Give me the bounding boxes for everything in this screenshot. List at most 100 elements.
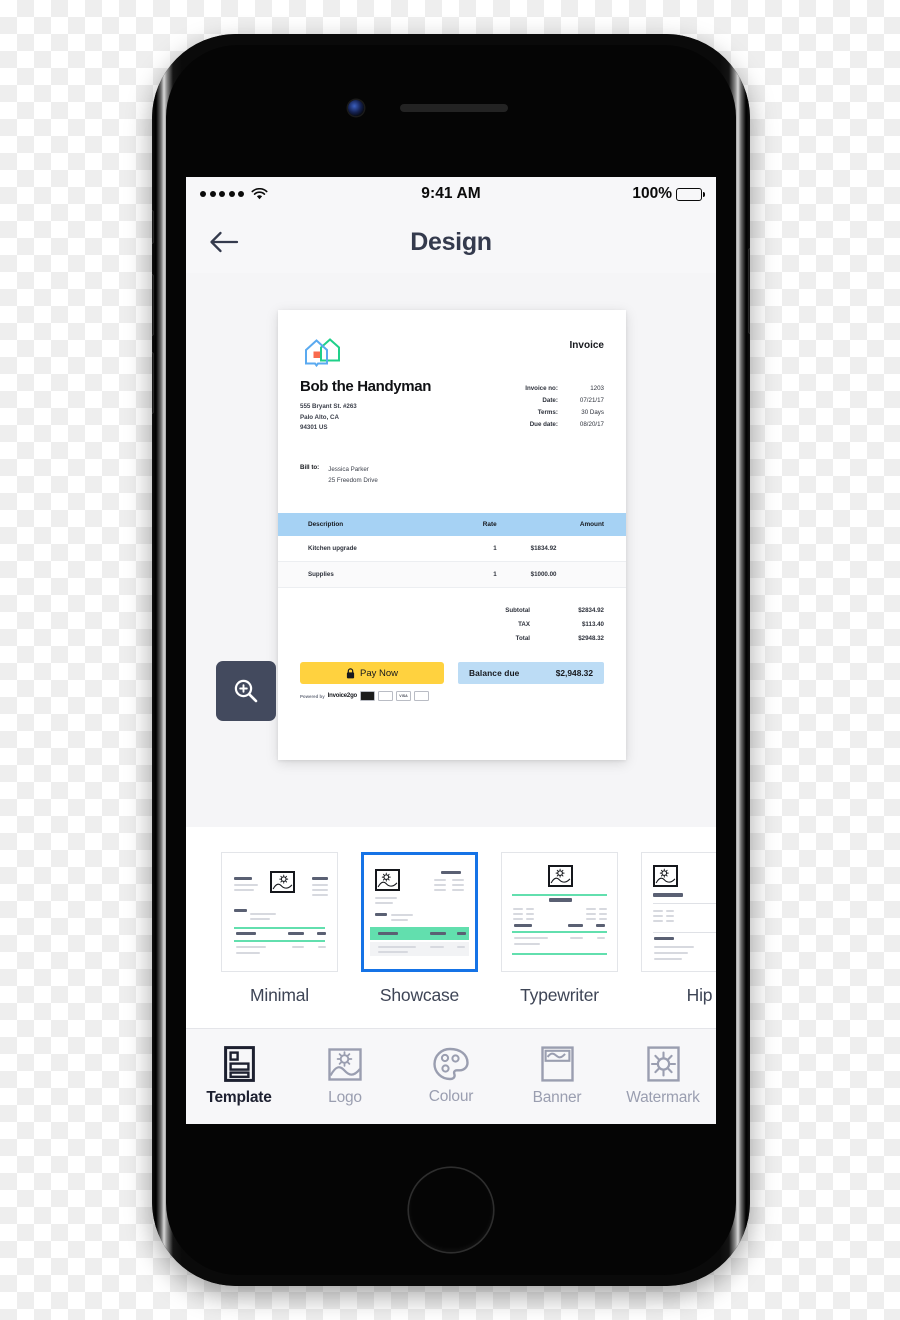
tab-label: Template <box>206 1089 272 1106</box>
magnifier-plus-icon <box>234 679 258 703</box>
column-header-description: Description <box>278 512 436 536</box>
line-items-table: Description Rate Amount Kitchen upgrade … <box>278 512 626 588</box>
powered-by-text: Powered by <box>300 693 325 699</box>
balance-due-box: Balance due $2,948.32 <box>458 662 604 685</box>
tab-watermark[interactable]: Watermark <box>610 1046 716 1107</box>
totals-key: Total <box>515 634 530 642</box>
discover-card-icon <box>414 691 429 701</box>
amex-card-icon <box>360 691 375 701</box>
column-header-amount: Amount <box>530 512 626 536</box>
template-option-typewriter[interactable]: Typewriter <box>501 852 618 1006</box>
silent-switch[interactable] <box>152 210 154 244</box>
cell-description: Kitchen upgrade <box>278 535 436 562</box>
totals-key: Subtotal <box>505 607 530 615</box>
volume-down-button[interactable] <box>152 352 154 414</box>
battery-full-icon <box>676 187 705 201</box>
lock-icon <box>346 668 355 679</box>
table-row: Supplies 1 $1000.00 <box>278 561 626 588</box>
template-option-hip[interactable]: Hip <box>641 852 716 1006</box>
template-label: Typewriter <box>520 985 599 1005</box>
invoice-meta-table: Invoice no: 1203 Date: 07/21/17 Terms: 3… <box>525 382 604 431</box>
template-label: Hip <box>686 985 713 1005</box>
balance-due-amount: $2,948.32 <box>555 668 593 679</box>
template-option-showcase[interactable]: Showcase <box>361 852 478 1006</box>
powered-by-row: Powered by Invoice2go VISA <box>278 691 626 701</box>
template-option-minimal[interactable]: Minimal <box>221 852 338 1006</box>
home-button[interactable] <box>409 1168 493 1252</box>
totals-row: Total $2948.32 <box>505 631 604 645</box>
templates-strip[interactable]: Minimal Showcase Typewriter Hip <box>186 827 716 1006</box>
palette-icon <box>433 1047 469 1081</box>
meta-value: 30 Days <box>581 408 604 416</box>
volume-up-button[interactable] <box>152 274 154 336</box>
meta-row: Invoice no: 1203 <box>525 382 604 394</box>
status-battery-group: 100% <box>632 185 705 203</box>
totals-row: Subtotal $2834.92 <box>505 604 604 618</box>
template-document-icon <box>223 1046 255 1082</box>
phone-device: 9:41 AM 100% Design Invoice Bob the Hand… <box>152 34 750 1286</box>
table-header-row: Description Rate Amount <box>278 512 626 536</box>
totals-block: Subtotal $2834.92 TAX $113.40 Total $294… <box>278 604 626 645</box>
invoice-preview-card[interactable]: Invoice Bob the Handyman 555 Bryant St. … <box>278 310 626 760</box>
bill-to-block: Bill to: Jessica Parker 25 Freedom Drive <box>278 434 626 487</box>
tab-label: Colour <box>428 1088 474 1105</box>
meta-key: Date: <box>542 396 558 404</box>
totals-value: $113.40 <box>581 621 604 629</box>
template-thumbnail[interactable] <box>641 852 716 972</box>
house-logo-icon <box>305 338 340 368</box>
tab-colour[interactable]: Colour <box>398 1047 504 1106</box>
templates-section: Minimal Showcase Typewriter Hip <box>186 827 716 1057</box>
bill-to-label: Bill to: <box>300 463 320 471</box>
table-row: Kitchen upgrade 1 $1834.92 <box>278 535 626 562</box>
arrow-left-icon <box>210 231 239 253</box>
invoice-preview-area: Invoice Bob the Handyman 555 Bryant St. … <box>186 273 716 827</box>
meta-row: Date: 07/21/17 <box>525 394 604 406</box>
bill-to-line: Jessica Parker <box>328 465 369 473</box>
visa-card-icon: VISA <box>396 691 411 701</box>
mastercard-card-icon <box>378 691 393 701</box>
bill-to-line: 25 Freedom Drive <box>328 477 378 485</box>
image-placeholder-icon <box>375 869 400 891</box>
totals-row: TAX $113.40 <box>505 618 604 632</box>
pay-now-label: Pay Now <box>359 667 398 679</box>
meta-value: 07/21/17 <box>579 396 604 404</box>
meta-key: Terms: <box>537 408 558 416</box>
meta-row: Terms: 30 Days <box>525 406 604 418</box>
front-camera-icon <box>348 100 364 116</box>
status-bar: 9:41 AM 100% <box>186 177 716 211</box>
template-label: Showcase <box>379 985 460 1005</box>
invoice-heading: Invoice <box>569 340 604 351</box>
navigation-bar: Design <box>186 211 716 273</box>
banner-icon <box>540 1046 574 1082</box>
back-button[interactable] <box>204 222 244 262</box>
pay-now-button[interactable]: Pay Now <box>300 662 444 685</box>
meta-key: Due date: <box>529 421 558 429</box>
meta-key: Invoice no: <box>525 384 558 392</box>
invoice-header: Invoice Bob the Handyman 555 Bryant St. … <box>278 310 626 434</box>
page-title: Design <box>410 227 492 256</box>
image-placeholder-icon <box>548 865 573 887</box>
bill-to-lines: Jessica Parker 25 Freedom Drive <box>328 464 378 487</box>
totals-value: $2948.32 <box>578 634 604 642</box>
sun-watermark-icon <box>646 1046 680 1082</box>
battery-percent: 100% <box>632 185 672 202</box>
power-button[interactable] <box>748 248 750 334</box>
cell-amount: $1000.00 <box>530 561 626 588</box>
template-thumbnail[interactable] <box>221 852 338 972</box>
cell-amount: $1834.92 <box>530 535 626 562</box>
tab-logo[interactable]: Logo <box>292 1047 398 1107</box>
tab-template[interactable]: Template <box>186 1046 292 1107</box>
tab-label: Watermark <box>626 1089 700 1106</box>
cell-rate: 1 <box>435 535 531 562</box>
template-thumbnail[interactable] <box>501 852 618 972</box>
tab-banner[interactable]: Banner <box>504 1046 610 1107</box>
zoom-preview-button[interactable] <box>216 661 276 721</box>
tab-label: Banner <box>532 1089 582 1106</box>
cell-rate: 1 <box>435 561 531 588</box>
template-thumbnail[interactable] <box>361 852 478 972</box>
image-picture-icon <box>328 1047 362 1081</box>
earpiece-speaker <box>400 104 508 112</box>
template-label: Minimal <box>250 985 309 1005</box>
meta-value: 1203 <box>590 384 604 392</box>
invoice2go-brand: Invoice2go <box>327 693 358 699</box>
